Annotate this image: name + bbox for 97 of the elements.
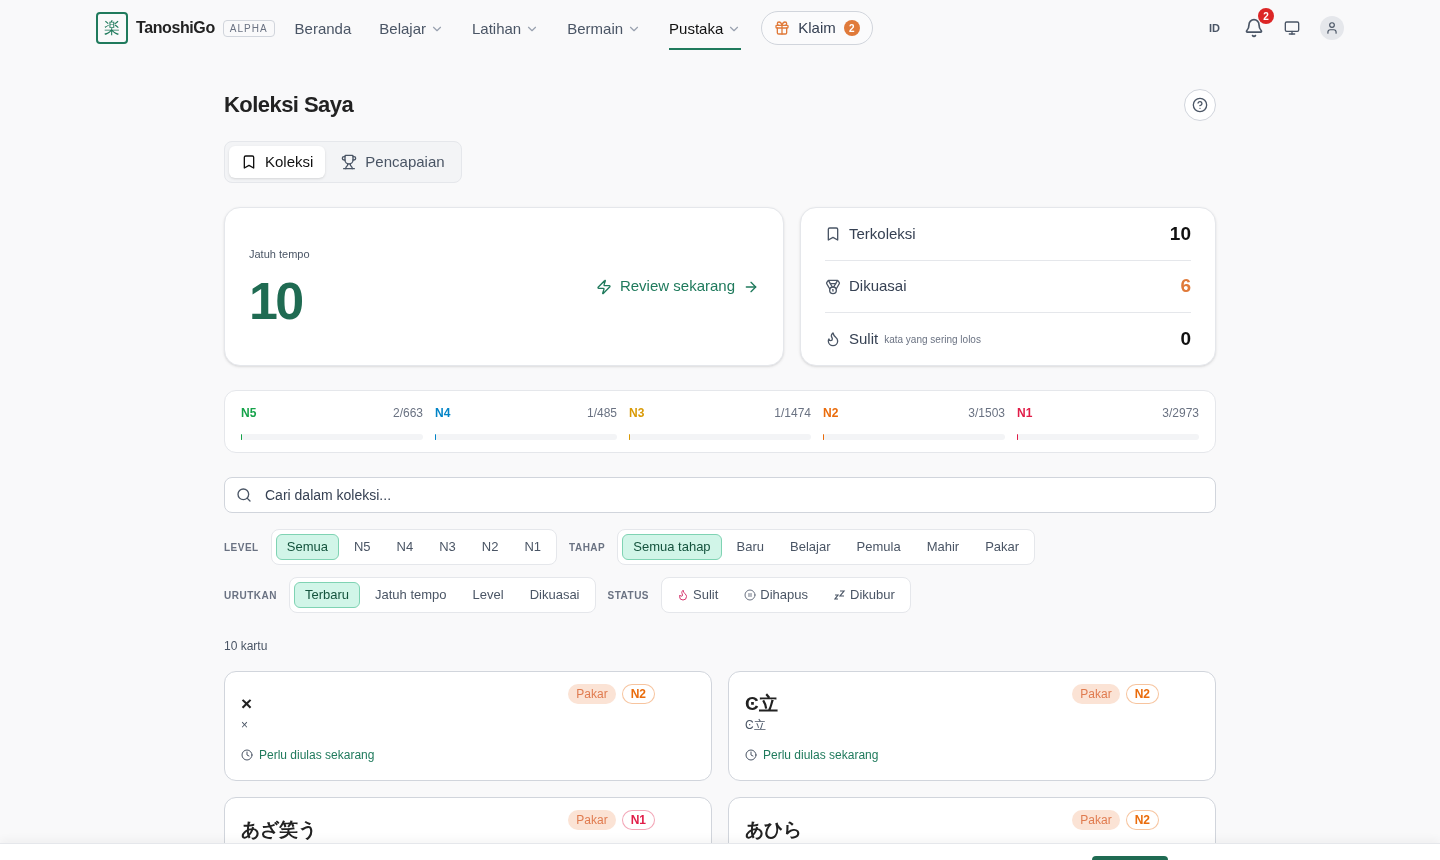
filter-chip[interactable]: Dikuasai (518, 582, 591, 608)
level-name: N5 (241, 404, 257, 422)
nav-link[interactable]: Bermain (567, 14, 642, 50)
stage-tag: Pakar (568, 684, 616, 704)
logo-icon[interactable]: 楽 (96, 12, 128, 44)
filter-chip[interactable]: Dikubur (823, 582, 906, 608)
stat-value: 6 (1180, 274, 1191, 299)
filter-chip[interactable]: Level (461, 582, 515, 608)
stat-label: Terkoleksi (849, 223, 916, 244)
level-tag: N2 (1125, 684, 1159, 704)
tab[interactable]: Pencapaian (329, 146, 457, 178)
notification-count: 2 (1258, 8, 1274, 24)
due-count: 10 (249, 274, 303, 327)
filter-chip[interactable]: Semua tahap (622, 534, 722, 560)
filter-chip[interactable]: N1 (513, 534, 553, 560)
due-label: Jatuh tempo (249, 247, 310, 263)
filter-label: STATUS (607, 588, 650, 603)
notification-icon[interactable] (1244, 18, 1264, 38)
card-count: 10 kartu (224, 638, 269, 655)
trophy-icon (341, 154, 358, 170)
word: Ͼ立 (745, 692, 778, 716)
bookmark-icon (825, 225, 841, 242)
filter-label: URUTKAN (224, 588, 277, 603)
page-title: Koleksi Saya (224, 91, 354, 119)
word-card[interactable]: × × Pakar N2 Perlu diulas sekarang (224, 671, 712, 781)
flame-icon (677, 589, 690, 601)
stat-label: Sulit (849, 328, 879, 349)
filter-chip[interactable]: Jatuh tempo (364, 582, 458, 608)
pause-icon (744, 589, 757, 601)
nav-link[interactable]: Belajar (379, 14, 444, 50)
alpha-tag: ALPHA (222, 19, 275, 37)
filter-chip[interactable]: N4 (385, 534, 425, 560)
stage-tag: Pakar (1072, 810, 1120, 830)
filter-label: TAHAP (569, 540, 606, 555)
filter-chip[interactable]: N3 (428, 534, 467, 560)
lightning-icon (595, 278, 612, 295)
search-icon (236, 487, 252, 503)
level-count: 3/1503 (968, 404, 1005, 422)
nav-link[interactable]: Pustaka (669, 14, 742, 50)
help-button[interactable] (1184, 88, 1216, 121)
stage-tag: Pakar (568, 810, 616, 830)
language-button[interactable]: ID (1209, 19, 1220, 37)
user-icon (1325, 21, 1339, 35)
filter-chip[interactable]: Semua (275, 534, 339, 560)
filter-chip[interactable]: Sulit (666, 582, 730, 608)
filter-chip[interactable]: Baru (725, 534, 776, 560)
nav-link[interactable]: Beranda (294, 14, 352, 50)
level-tag: N1 (621, 810, 655, 830)
nav-link[interactable]: Latihan (472, 14, 540, 50)
word-card[interactable]: Ͼ立 Ͼ立 Pakar N2 Perlu diulas sekarang (728, 671, 1216, 781)
filter-chip[interactable]: Dihapus (733, 582, 820, 608)
review-link[interactable]: Review sekarang (595, 275, 759, 298)
level-count: 2/663 (392, 404, 423, 422)
level-name: N3 (629, 404, 645, 422)
flame-icon (825, 331, 841, 348)
filter-chip[interactable]: Terbaru (293, 582, 361, 608)
due-note: Perlu diulas sekarang (241, 745, 695, 764)
stat-value: 0 (1180, 326, 1191, 351)
word-reading: Ͼ立 (745, 716, 767, 734)
word-reading: × (241, 716, 249, 734)
word: × (241, 692, 253, 716)
level-name: N1 (1017, 404, 1033, 422)
due-note: Perlu diulas sekarang (745, 745, 1199, 764)
claim-button[interactable]: Klaim 2 (761, 11, 873, 45)
filter-chip[interactable]: Pakar (974, 534, 1031, 560)
level-tag: N2 (1125, 810, 1159, 830)
level-count: 1/1474 (774, 404, 811, 422)
level-tag: N2 (621, 684, 655, 704)
medal-icon (825, 278, 841, 295)
stat-value: 10 (1169, 221, 1191, 246)
level-name: N4 (435, 404, 451, 422)
stat-label: Dikuasai (849, 276, 907, 297)
tab[interactable]: Koleksi (229, 146, 326, 178)
filter-chip[interactable]: Belajar (779, 534, 842, 560)
bookmark-icon (241, 154, 257, 170)
filter-chip[interactable]: Mahir (915, 534, 971, 560)
level-count: 1/485 (586, 404, 617, 422)
brand-name[interactable]: TanoshiGo (136, 16, 215, 40)
clock-icon (745, 748, 757, 761)
word: あざ笑う (241, 818, 317, 842)
gift-icon (774, 20, 791, 36)
filter-chip[interactable]: Pemula (845, 534, 912, 560)
clock-icon (241, 748, 253, 761)
filter-label: LEVEL (224, 540, 259, 555)
monitor-icon[interactable] (1284, 20, 1300, 36)
search-field[interactable]: Cari dalam koleksi... (224, 477, 1216, 513)
profile-button[interactable] (1320, 16, 1344, 40)
filter-chip[interactable]: N2 (470, 534, 510, 560)
word: あひら (745, 818, 802, 842)
level-name: N2 (823, 404, 839, 422)
claim-count: 2 (843, 20, 860, 36)
level-count: 3/2973 (1162, 404, 1199, 422)
help-icon (1192, 96, 1208, 113)
sleep-icon (834, 589, 847, 601)
filter-chip[interactable]: N5 (342, 534, 382, 560)
stat-note: kata yang sering lolos (884, 332, 981, 347)
stage-tag: Pakar (1072, 684, 1120, 704)
